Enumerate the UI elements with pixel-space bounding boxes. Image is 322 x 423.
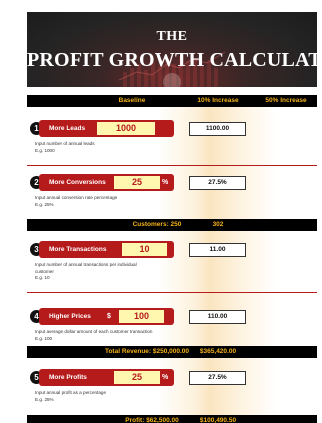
header-50-increase: 50% Increase [265, 97, 307, 104]
higher-prices-result-10: 110.00 [189, 310, 246, 324]
more-transactions-input-group: More Transactions 10 [39, 241, 174, 258]
dollar-symbol: $ [107, 313, 111, 320]
more-leads-input-group: More Leads 1000 [39, 120, 174, 137]
more-transactions-label: More Transactions [49, 246, 107, 253]
more-conversions-help: Input annual conversion rate percentage … [35, 195, 165, 208]
more-profits-result-10: 27.5% [189, 371, 246, 385]
help-line: E.g. 100 [35, 335, 53, 341]
banner-title-large: PROFIT GROWTH CALCULATOR [27, 49, 317, 71]
help-line: Input average dollar amount of each cust… [35, 329, 153, 334]
more-conversions-label: More Conversions [49, 179, 106, 186]
revenue-summary-row: Total Revenue: $250,000.00 $365,420.00 [27, 346, 317, 358]
revenue-10-increase: $365,420.00 [199, 348, 237, 355]
profit-10-increase: $100,490.50 [199, 417, 237, 423]
banner-title-small: THE [156, 29, 188, 44]
percent-symbol: % [162, 179, 169, 186]
more-leads-label: More Leads [49, 125, 86, 132]
help-line: E.g. 1000 [35, 147, 55, 153]
higher-prices-input-group: Higher Prices $ 100 [39, 308, 174, 325]
header-10-increase: 10% Increase [197, 97, 239, 104]
more-profits-help: Input annual profit as a percentage E.g.… [35, 390, 165, 403]
more-leads-input[interactable]: 1000 [97, 122, 155, 135]
more-profits-input[interactable]: 25 [114, 371, 160, 384]
more-leads-help: Input number of annual leads E.g. 1000 [35, 141, 165, 154]
section-divider [27, 165, 317, 166]
more-leads-result-10: 1100.00 [189, 122, 246, 136]
help-line: E.g. 10 [35, 275, 50, 280]
more-conversions-input[interactable]: 25 [114, 176, 160, 189]
more-profits-label: More Profits [49, 374, 87, 381]
help-line: E.g. 25% [35, 201, 54, 207]
section-divider [27, 292, 317, 293]
header-baseline: Baseline [118, 97, 146, 104]
calculator-panel: Baseline 10% Increase 50% Increase 1 Mor… [27, 95, 317, 423]
more-conversions-input-group: More Conversions 25 % [39, 174, 174, 191]
percent-symbol: % [162, 374, 169, 381]
more-transactions-result-10: 11.00 [189, 243, 246, 257]
hero-banner: THE PROFIT GROWTH CALCULATOR [27, 12, 317, 87]
profit-summary-row: Profit: $62,500.00 $100,490.50 [27, 415, 317, 423]
more-conversions-result-10: 27.5% [189, 176, 246, 190]
more-transactions-input[interactable]: 10 [122, 243, 167, 256]
column-header-row: Baseline 10% Increase 50% Increase [27, 95, 317, 107]
help-line: E.g. 25% [35, 396, 54, 402]
higher-prices-label: Higher Prices [49, 313, 91, 320]
customers-10-increase: 302 [212, 221, 224, 228]
higher-prices-help: Input average dollar amount of each cust… [35, 329, 165, 342]
higher-prices-input[interactable]: 100 [119, 310, 164, 323]
more-profits-input-group: More Profits 25 % [39, 369, 174, 386]
customers-summary-row: Customers: 250 302 [27, 219, 317, 231]
more-transactions-help: Input number of annual transactions per … [35, 262, 165, 282]
